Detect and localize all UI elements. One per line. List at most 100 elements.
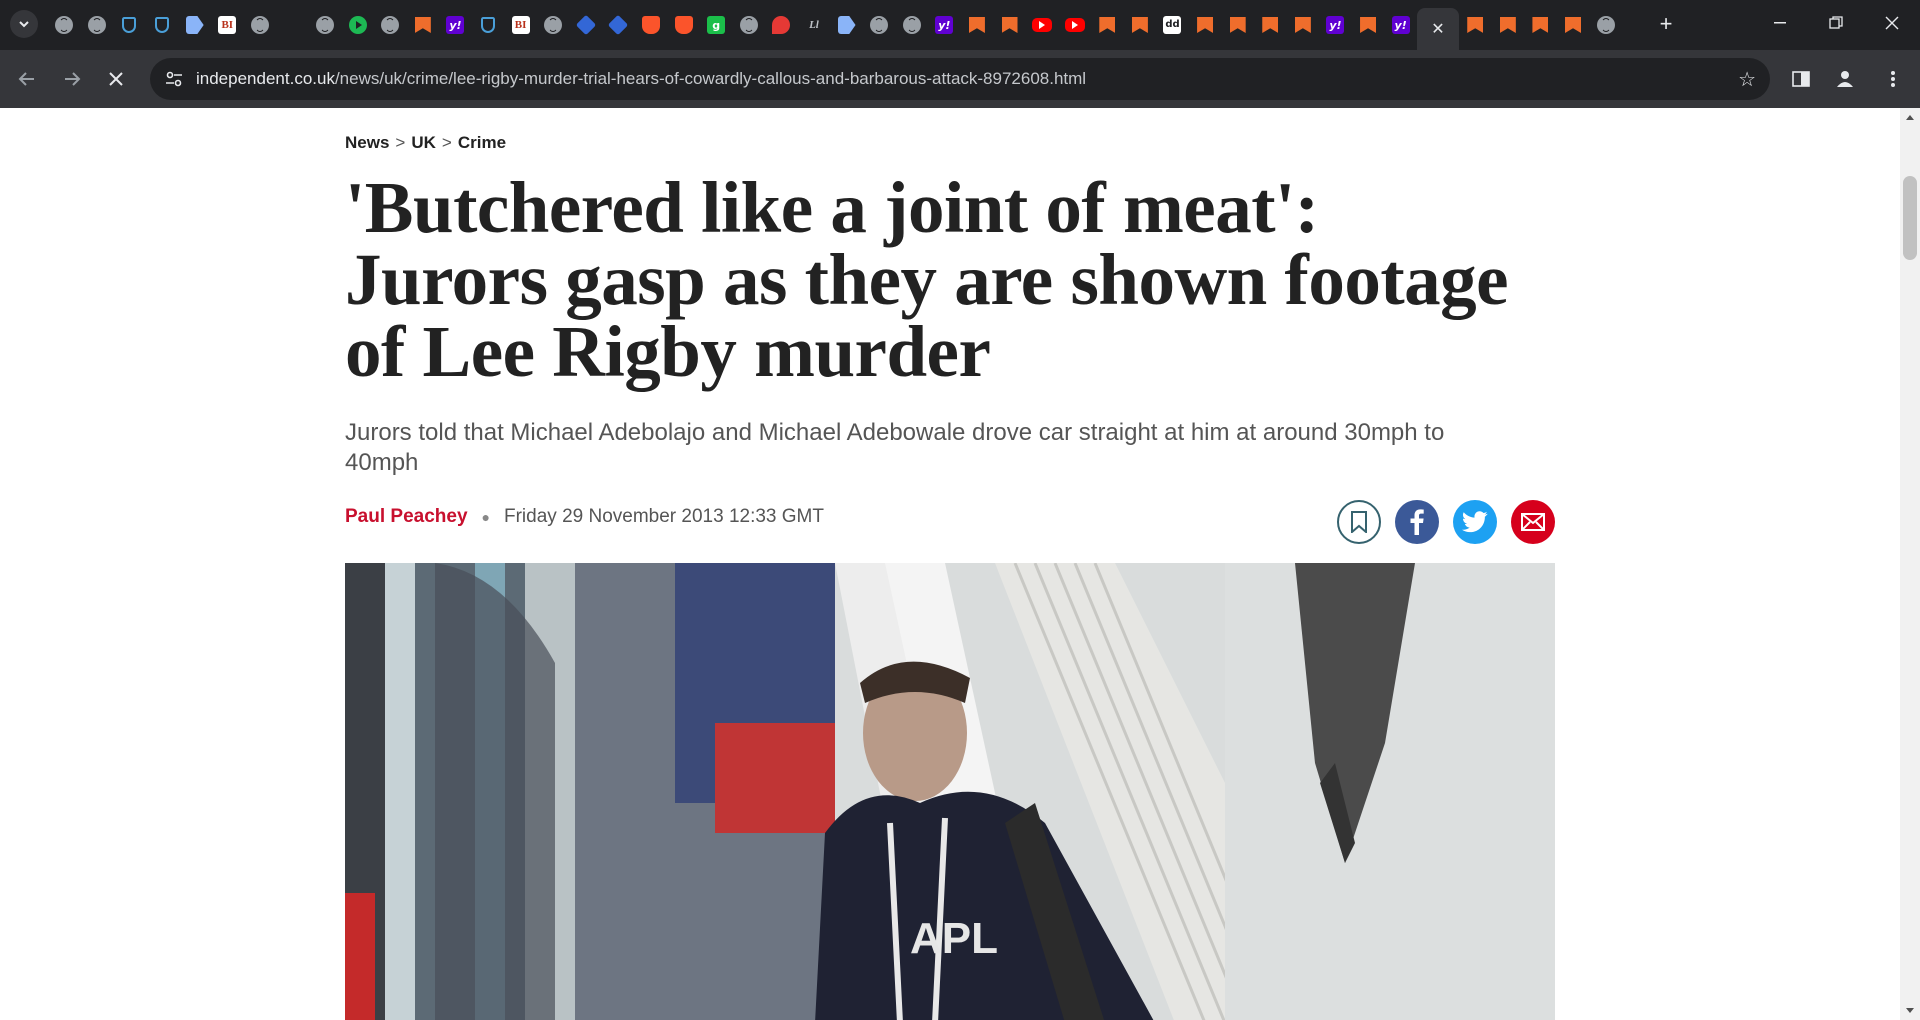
browser-tab[interactable] [537,8,570,42]
tab-strip: BI y! BI g Ll y! dd y! y! ✕ + [0,0,1920,50]
side-panel-button[interactable] [1784,62,1818,96]
browser-tab[interactable] [830,8,863,42]
breadcrumb-uk[interactable]: UK [411,133,436,153]
browser-tab[interactable] [1557,8,1590,42]
browser-tab[interactable] [276,8,309,42]
browser-tab[interactable] [570,8,603,42]
browser-tab[interactable] [1058,8,1091,42]
globe-icon [739,16,758,34]
browser-toolbar: independent.co.uk/news/uk/crime/lee-rigb… [0,50,1920,108]
restore-button[interactable] [1808,0,1864,46]
article-standfirst: Jurors told that Michael Adebolajo and M… [345,419,1445,476]
browser-tab[interactable] [961,8,994,42]
email-icon [1521,513,1545,531]
browser-tab[interactable] [1287,8,1320,42]
browser-tab[interactable] [895,8,928,42]
browser-tab[interactable]: BI [211,8,244,42]
browser-tab[interactable] [1589,8,1622,42]
bookmark-star-icon[interactable]: ☆ [1738,67,1756,92]
article-headline: 'Butchered like a joint of meat': Jurors… [345,167,1509,392]
independent-icon [1132,17,1148,33]
browser-tab[interactable] [81,8,114,42]
twitter-share-button[interactable] [1453,500,1497,544]
browser-tab[interactable] [1254,8,1287,42]
browser-tab[interactable] [732,8,765,42]
independent-icon [1230,17,1246,33]
browser-tab[interactable] [146,8,179,42]
browser-tab[interactable] [113,8,146,42]
browser-tab[interactable] [1352,8,1385,42]
browser-tab[interactable]: y! [1319,8,1352,42]
browser-tab[interactable]: dd [1156,8,1189,42]
new-tab-button[interactable]: + [1652,10,1680,38]
email-share-button[interactable] [1511,500,1555,544]
independent-icon [1500,17,1516,33]
bookmark-button[interactable] [1337,500,1381,544]
browser-tab[interactable] [1026,8,1059,42]
independent-icon [1262,17,1278,33]
browser-tab[interactable] [863,8,896,42]
browser-tab[interactable] [765,8,798,42]
profile-icon [1837,71,1853,87]
globe-icon [902,16,921,34]
close-tab-icon[interactable]: ✕ [1431,19,1444,39]
restore-icon [1829,16,1843,29]
browser-tab[interactable] [48,8,81,42]
close-window-button[interactable] [1864,0,1920,46]
browser-tab[interactable] [1459,8,1492,42]
browser-tab[interactable]: g [700,8,733,42]
browser-tab[interactable] [635,8,668,42]
browser-tab[interactable]: y! [1384,8,1417,42]
menu-button[interactable] [1876,62,1910,96]
tab-search-button[interactable] [10,10,38,38]
browser-tab[interactable] [407,8,440,42]
back-button[interactable] [10,62,44,96]
browser-tab[interactable] [1524,8,1557,42]
page-viewport: News > UK > Crime 'Butchered like a join… [0,108,1900,1020]
independent-icon [1565,17,1581,33]
browser-tab[interactable] [1221,8,1254,42]
more-vert-icon [1891,71,1895,87]
breadcrumb-separator: > [441,133,452,152]
browser-tab[interactable] [244,8,277,42]
byline: Paul Peachey ● Friday 29 November 2013 1… [345,506,824,528]
site-info-button[interactable] [162,67,186,91]
scroll-thumb[interactable] [1903,176,1917,260]
browser-tab[interactable]: y! [439,8,472,42]
minimize-icon [1774,22,1786,24]
page-scrollbar[interactable] [1900,108,1920,1020]
browser-tab[interactable] [178,8,211,42]
browser-tab[interactable] [993,8,1026,42]
scroll-up-icon[interactable] [1906,115,1914,120]
breadcrumb-news[interactable]: News [345,133,389,153]
scroll-down-icon[interactable] [1906,1008,1914,1013]
address-bar[interactable]: independent.co.uk/news/uk/crime/lee-rigb… [150,58,1770,100]
browser-tab[interactable]: BI [504,8,537,42]
forward-button[interactable] [55,62,89,96]
browser-tab[interactable] [1091,8,1124,42]
yahoo-icon: y! [446,16,465,34]
stop-loading-button[interactable] [99,62,133,96]
profile-button[interactable] [1828,62,1862,96]
author-link[interactable]: Paul Peachey [345,506,468,528]
browser-tab[interactable] [1492,8,1525,42]
browser-tab[interactable] [374,8,407,42]
browser-tab[interactable]: y! [928,8,961,42]
browser-tab[interactable] [1124,8,1157,42]
url-text[interactable]: independent.co.uk/news/uk/crime/lee-rigb… [196,69,1086,89]
browser-tab[interactable] [472,8,505,42]
browser-tab[interactable] [309,8,342,42]
globe-icon [316,16,335,34]
breadcrumb: News > UK > Crime [345,133,506,153]
browser-tab[interactable] [341,8,374,42]
browser-tab[interactable]: Ll [798,8,831,42]
shield-icon [122,17,137,33]
browser-tab[interactable] [1189,8,1222,42]
browser-tab[interactable] [667,8,700,42]
active-browser-tab[interactable]: ✕ [1416,8,1459,50]
breadcrumb-crime[interactable]: Crime [458,133,506,153]
chevron-down-icon [19,21,29,28]
facebook-share-button[interactable] [1395,500,1439,544]
browser-tab[interactable] [602,8,635,42]
minimize-button[interactable] [1752,0,1808,46]
